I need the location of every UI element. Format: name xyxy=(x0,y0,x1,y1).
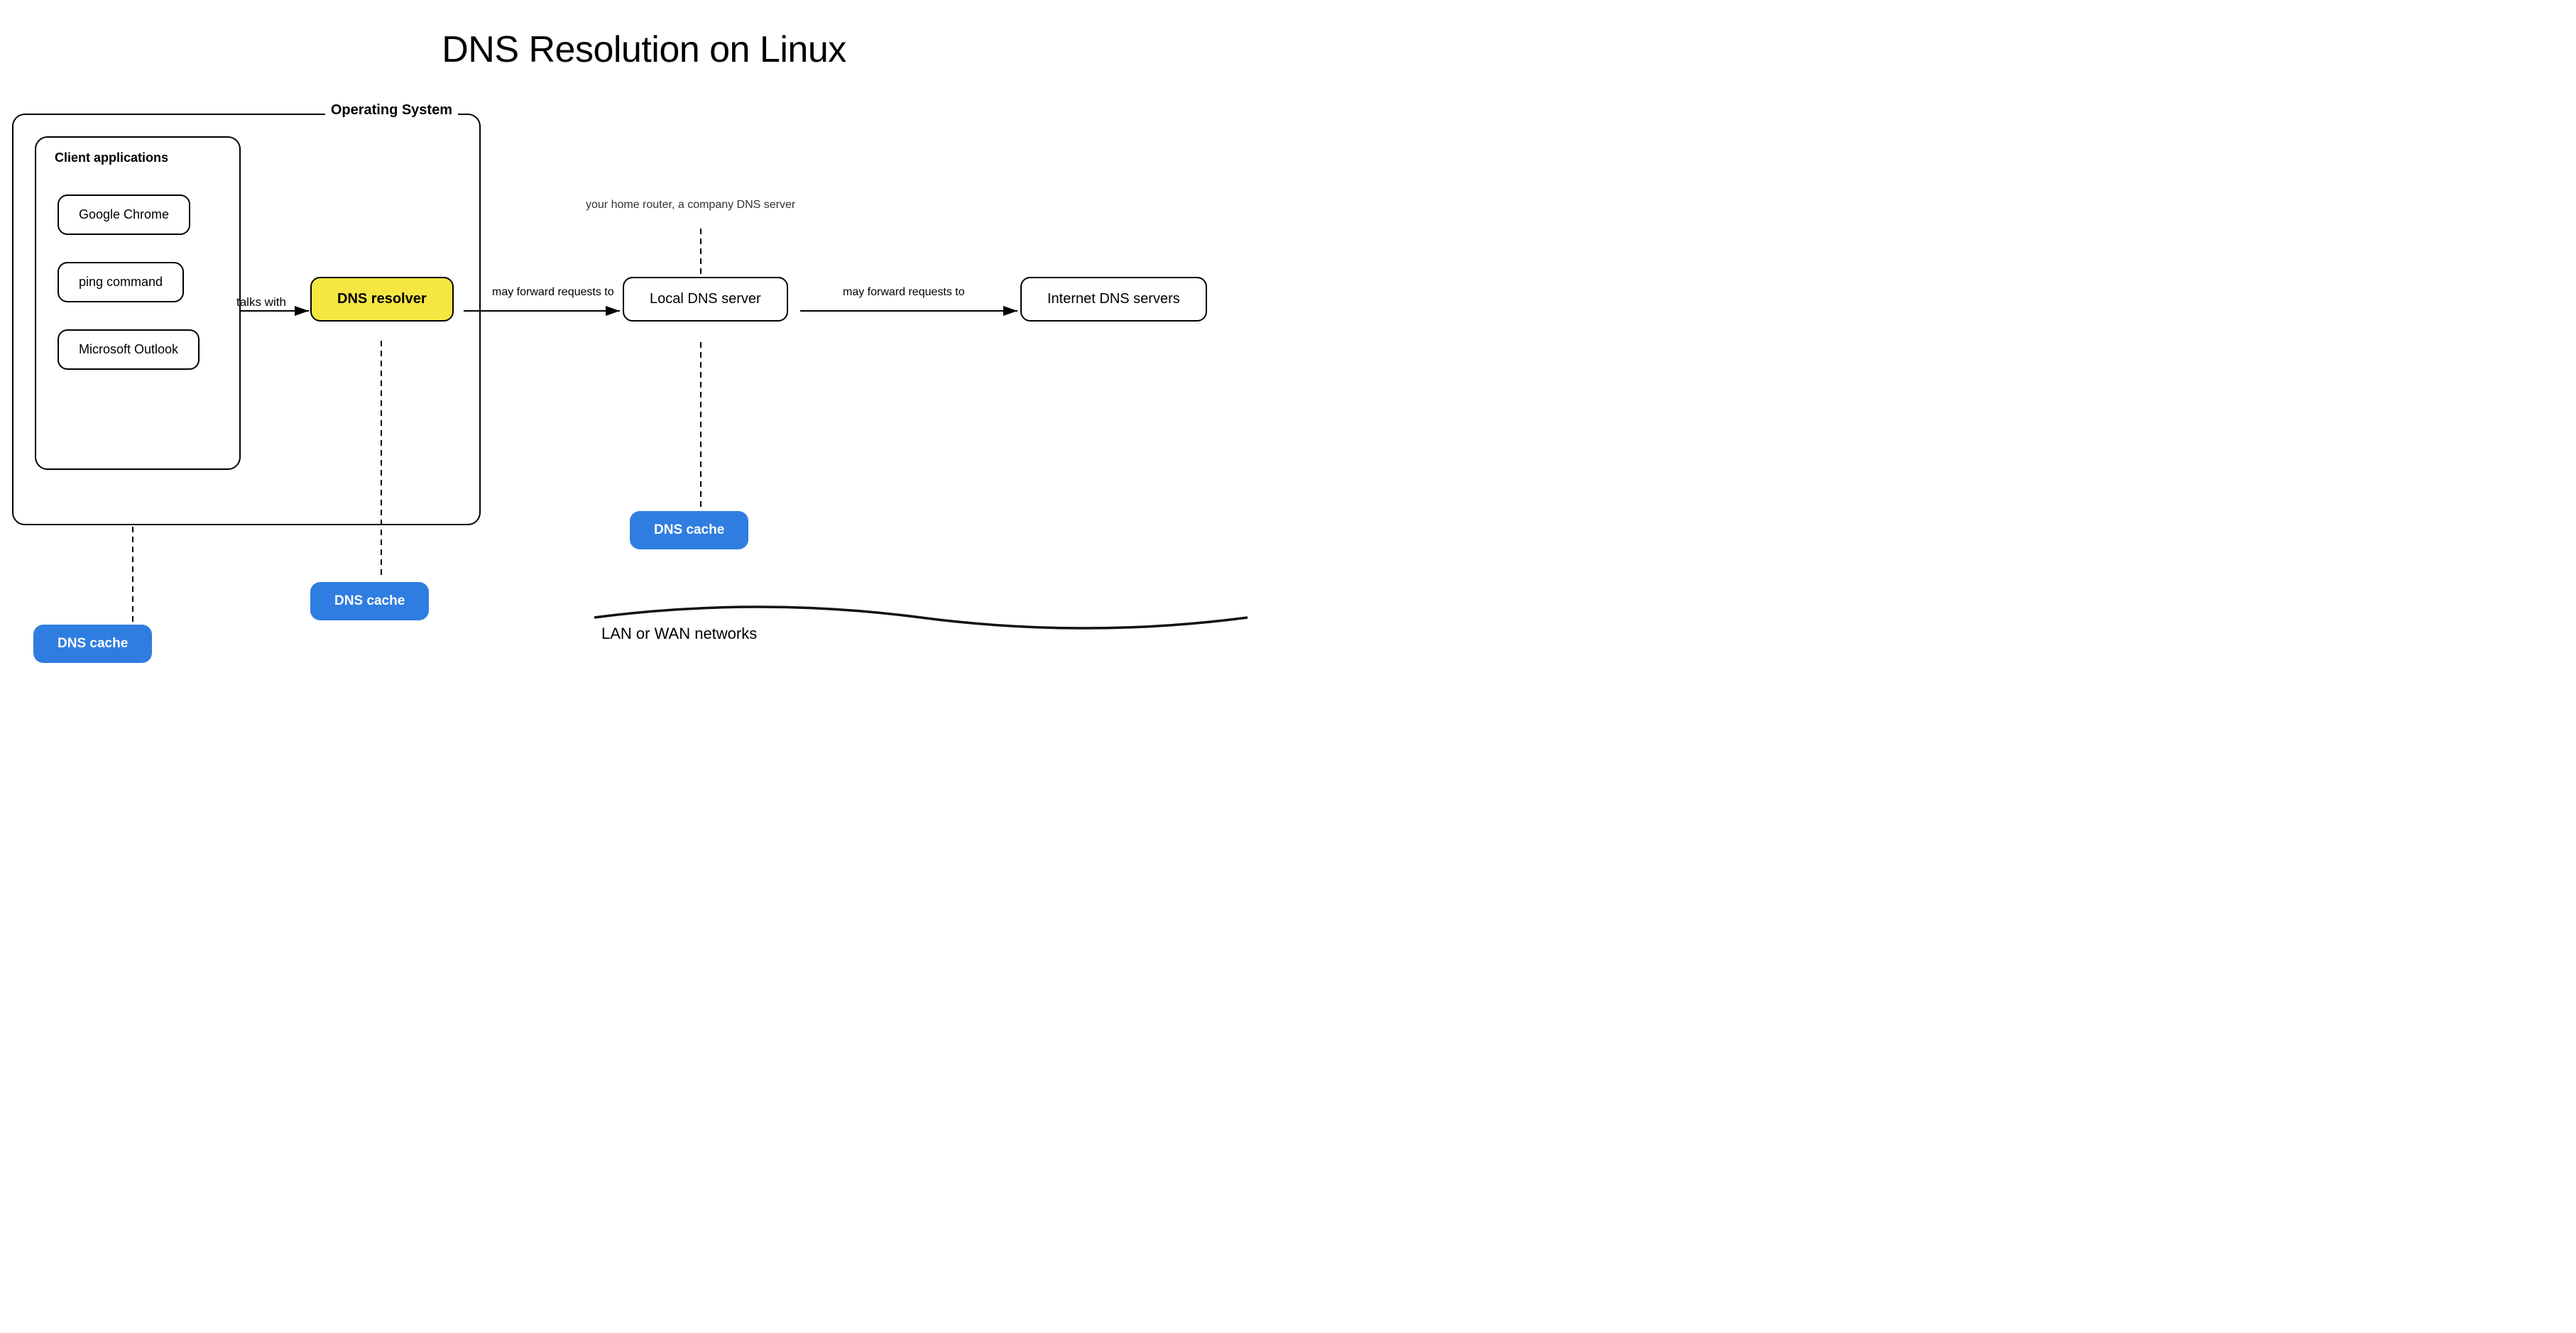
dns-cache-box-3: DNS cache xyxy=(630,511,748,549)
client-apps-label: Client applications xyxy=(55,150,168,165)
internet-dns-box: Internet DNS servers xyxy=(1020,277,1207,322)
forward-label-2: may forward requests to xyxy=(843,286,965,299)
talks-with-label: talks with xyxy=(236,295,286,309)
dns-cache-1: DNS cache xyxy=(33,625,152,663)
home-router-note: your home router, a company DNS server xyxy=(586,199,795,212)
app-box-ping: ping command xyxy=(58,262,184,302)
dns-cache-3: DNS cache xyxy=(630,511,748,549)
local-dns-box: Local DNS server xyxy=(623,277,788,322)
forward-label-1: may forward requests to xyxy=(492,286,614,299)
dns-cache-box-1: DNS cache xyxy=(33,625,152,663)
os-label: Operating System xyxy=(325,102,458,119)
dns-resolver-box: DNS resolver xyxy=(310,277,454,322)
lan-wan-label: LAN or WAN networks xyxy=(601,625,757,643)
page-title: DNS Resolution on Linux xyxy=(0,0,1288,114)
diagram-container: Operating System Client applications Goo… xyxy=(12,114,1276,696)
app-box-outlook: Microsoft Outlook xyxy=(58,329,200,370)
client-apps-box: Client applications Google Chrome ping c… xyxy=(35,136,241,470)
dns-cache-2: DNS cache xyxy=(310,582,429,620)
dns-cache-box-2: DNS cache xyxy=(310,582,429,620)
app-box-chrome: Google Chrome xyxy=(58,194,190,235)
